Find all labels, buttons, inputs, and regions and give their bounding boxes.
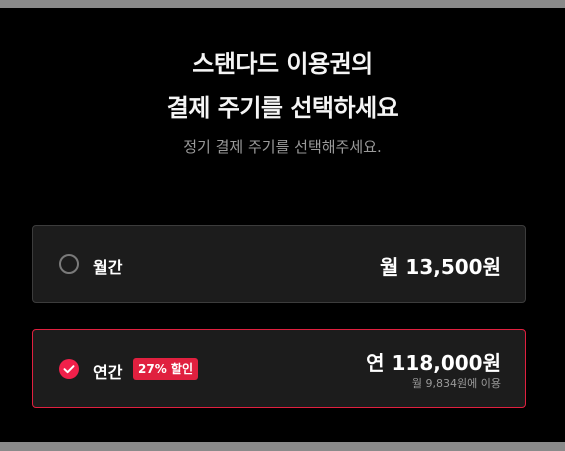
page-title: 스탠다드 이용권의 결제 주기를 선택하세요 [0, 42, 565, 130]
plan-price-yearly: 연 118,000원 [366, 351, 501, 375]
plan-price-monthly-equivalent: 월 9,834원에 이용 [411, 377, 501, 390]
radio-checked-icon[interactable] [59, 359, 79, 379]
plan-option-yearly[interactable]: 연간 27% 할인 연 118,000원 월 9,834원에 이용 [32, 329, 526, 408]
page-subtitle: 정기 결제 주기를 선택해주세요. [183, 138, 382, 156]
page-title-line-1: 스탠다드 이용권의 [192, 50, 373, 78]
checkmark-icon [63, 365, 75, 374]
plan-name-yearly: 연간 [93, 363, 123, 382]
discount-badge: 27% 할인 [133, 358, 198, 380]
top-edge-bar [0, 0, 565, 8]
plan-name-monthly: 월간 [93, 258, 123, 277]
bottom-edge-bar [0, 442, 565, 451]
page-title-line-2: 결제 주기를 선택하세요 [166, 94, 399, 122]
radio-unchecked-icon[interactable] [59, 254, 79, 274]
plan-price-monthly: 월 13,500원 [380, 255, 501, 279]
plan-option-monthly[interactable]: 월간 월 13,500원 [32, 225, 526, 303]
